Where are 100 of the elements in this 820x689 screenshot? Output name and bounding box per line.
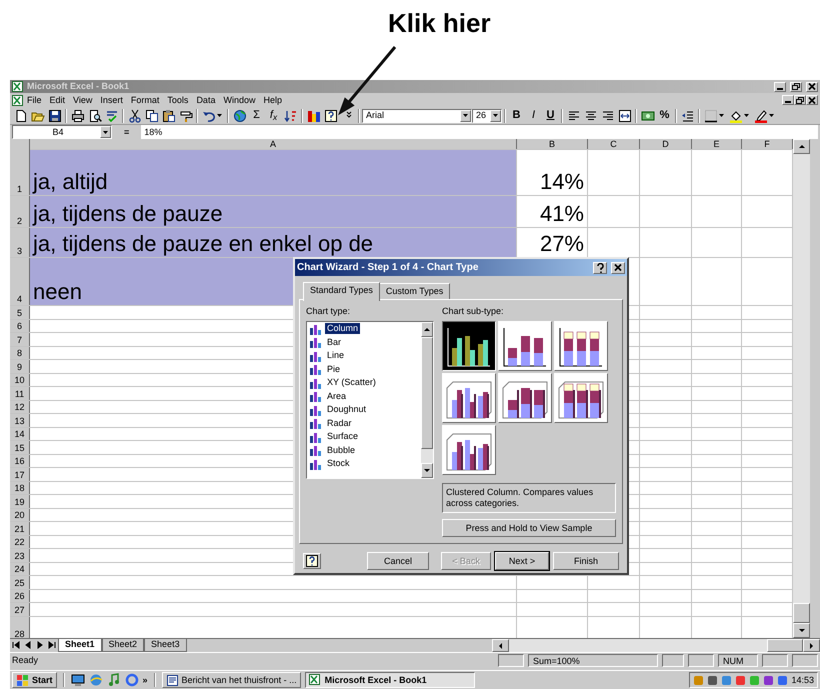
- row-header[interactable]: 28: [10, 616, 30, 638]
- help-button[interactable]: [593, 262, 607, 274]
- row-header[interactable]: 19: [10, 495, 30, 508]
- globe-icon[interactable]: [232, 108, 246, 122]
- last-sheet-icon[interactable]: [48, 641, 56, 649]
- chart-wizard-icon[interactable]: [306, 108, 320, 122]
- row-header[interactable]: 14: [10, 428, 30, 440]
- indent-icon[interactable]: [680, 108, 694, 122]
- row-header[interactable]: 18: [10, 482, 30, 494]
- sort-ascending-icon[interactable]: [284, 108, 298, 122]
- spreadsheet-icon[interactable]: [12, 94, 23, 106]
- close-button[interactable]: [806, 82, 818, 92]
- row-header[interactable]: 2: [10, 196, 30, 227]
- row-header[interactable]: 15: [10, 441, 30, 454]
- tray-icon[interactable]: [735, 674, 746, 686]
- align-right-icon[interactable]: [600, 108, 614, 122]
- close-button[interactable]: [611, 262, 625, 274]
- printer-icon[interactable]: [70, 108, 84, 122]
- toolbar-button[interactable]: Σ: [248, 108, 265, 124]
- music-note-icon[interactable]: [106, 673, 121, 687]
- restore-button[interactable]: [794, 95, 806, 105]
- align-center-icon[interactable]: [584, 108, 598, 122]
- select-all-button[interactable]: [10, 139, 30, 150]
- name-box[interactable]: B4: [12, 125, 112, 139]
- row-header[interactable]: 3: [10, 228, 30, 257]
- font-size-field[interactable]: 26: [472, 108, 502, 122]
- spelling-check-icon[interactable]: [104, 108, 118, 122]
- row-header[interactable]: 9: [10, 360, 30, 372]
- start-button[interactable]: Start: [12, 672, 57, 688]
- formula-equals-button[interactable]: =: [116, 126, 138, 138]
- chart-subtype-option[interactable]: [442, 321, 496, 371]
- sheet-tab[interactable]: Sheet3: [144, 639, 187, 652]
- sheet-tab[interactable]: Sheet1: [58, 639, 102, 652]
- dropdown-button[interactable]: [490, 110, 501, 122]
- dialog-tab[interactable]: Standard Types: [303, 282, 380, 301]
- row-header[interactable]: 17: [10, 468, 30, 480]
- list-item[interactable]: Bubble: [325, 444, 358, 456]
- fill-bucket-icon[interactable]: [728, 108, 742, 122]
- menu-item[interactable]: Tools: [163, 94, 192, 106]
- caret-icon[interactable]: [744, 114, 749, 117]
- row-header[interactable]: 22: [10, 536, 30, 548]
- row-header[interactable]: 4: [10, 258, 30, 305]
- row-header[interactable]: 23: [10, 549, 30, 562]
- list-item[interactable]: Area: [325, 390, 348, 402]
- scroll-up-button[interactable]: [421, 322, 433, 337]
- list-item[interactable]: Doughnut: [325, 404, 368, 416]
- scissors-icon[interactable]: [128, 108, 142, 122]
- list-item[interactable]: Pie: [325, 364, 342, 375]
- formula-field[interactable]: 18%: [141, 125, 818, 139]
- dialog-button[interactable]: Cancel: [367, 552, 429, 570]
- paintbrush-icon[interactable]: [178, 108, 192, 122]
- row-header[interactable]: 27: [10, 603, 30, 616]
- caret-icon[interactable]: [217, 114, 222, 117]
- dialog-tab[interactable]: Custom Types: [378, 283, 450, 299]
- menu-item[interactable]: Insert: [96, 94, 127, 106]
- row-header[interactable]: 25: [10, 576, 30, 588]
- list-item[interactable]: Surface: [325, 431, 360, 442]
- help-button[interactable]: [303, 553, 321, 569]
- row-header[interactable]: 24: [10, 562, 30, 575]
- list-item[interactable]: Column: [325, 323, 360, 334]
- row-header[interactable]: 26: [10, 590, 30, 602]
- toolbar-button[interactable]: B: [508, 108, 525, 124]
- list-item[interactable]: Bar: [325, 336, 344, 348]
- row-header[interactable]: 6: [10, 320, 30, 332]
- menu-item[interactable]: Window: [219, 94, 260, 106]
- first-sheet-icon[interactable]: [12, 641, 20, 649]
- list-item[interactable]: Radar: [325, 418, 354, 429]
- toolbar-button[interactable]: f$_{x}$: [265, 108, 282, 124]
- help-icon[interactable]: [324, 108, 338, 122]
- scroll-right-button[interactable]: [803, 639, 820, 652]
- font-name-field[interactable]: Arial: [362, 108, 472, 122]
- align-left-icon[interactable]: [566, 108, 580, 122]
- toolbar-button[interactable]: U: [542, 108, 559, 124]
- next-sheet-icon[interactable]: [36, 641, 44, 649]
- row-header[interactable]: 1: [10, 150, 30, 195]
- dropdown-button[interactable]: [100, 126, 111, 138]
- desktop-icon[interactable]: [70, 673, 85, 687]
- list-item[interactable]: Stock: [325, 458, 352, 470]
- restore-button[interactable]: [790, 82, 802, 92]
- menu-item[interactable]: File: [23, 94, 46, 106]
- scrollbar-thumb[interactable]: [793, 603, 810, 623]
- taskbar-button[interactable]: Microsoft Excel - Book1: [304, 672, 475, 688]
- row-header[interactable]: 11: [10, 387, 30, 400]
- menu-item[interactable]: Data: [192, 94, 220, 106]
- row-header[interactable]: 16: [10, 454, 30, 467]
- new-document-icon[interactable]: [14, 108, 28, 122]
- row-header[interactable]: 13: [10, 414, 30, 426]
- minimize-button[interactable]: [774, 82, 786, 92]
- borders-icon[interactable]: [704, 108, 718, 122]
- row-header[interactable]: 5: [10, 306, 30, 318]
- row-header[interactable]: 12: [10, 400, 30, 413]
- tray-icon[interactable]: [763, 674, 774, 686]
- copy-icon[interactable]: [144, 108, 158, 122]
- scroll-down-button[interactable]: [793, 623, 810, 638]
- taskbar-button[interactable]: Bericht van het thuisfront - ...: [162, 672, 301, 688]
- caret-icon[interactable]: [769, 114, 774, 117]
- row-header[interactable]: 7: [10, 333, 30, 346]
- row-header[interactable]: 10: [10, 374, 30, 386]
- toolbar-button[interactable]: I: [525, 108, 542, 124]
- list-item[interactable]: XY (Scatter): [325, 377, 378, 388]
